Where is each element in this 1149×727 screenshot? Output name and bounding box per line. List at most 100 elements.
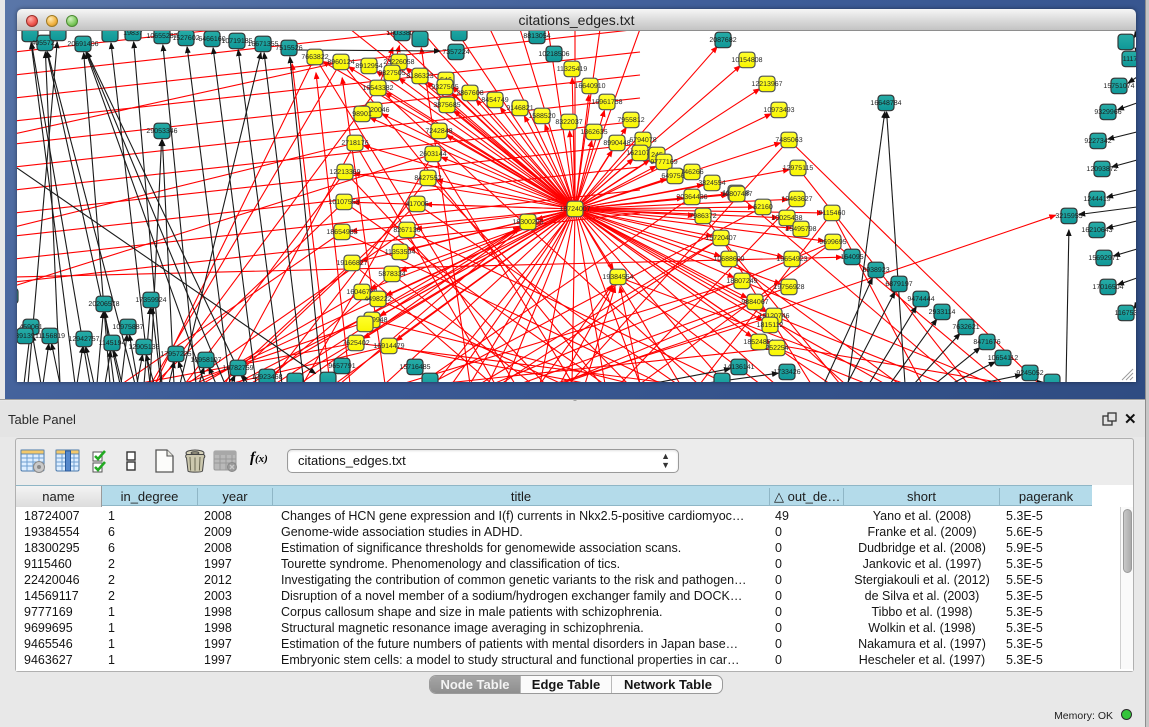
svg-text:7632621: 7632621 bbox=[952, 324, 979, 331]
svg-text:8813054: 8813054 bbox=[523, 33, 550, 40]
svg-text:7663822: 7663822 bbox=[301, 54, 328, 61]
svg-text:2087682: 2087682 bbox=[709, 37, 736, 44]
svg-text:8267130: 8267130 bbox=[393, 227, 420, 234]
svg-text:116753: 116753 bbox=[1115, 310, 1136, 317]
svg-text:6794078: 6794078 bbox=[629, 137, 656, 144]
svg-text:1117: 1117 bbox=[1123, 56, 1136, 63]
svg-text:9115460: 9115460 bbox=[819, 210, 846, 217]
svg-text:8322037: 8322037 bbox=[555, 119, 582, 126]
svg-text:19463627: 19463627 bbox=[781, 196, 812, 203]
svg-text:29053346: 29053346 bbox=[146, 128, 177, 135]
svg-text:20364436: 20364436 bbox=[676, 194, 707, 201]
svg-text:8454749: 8454749 bbox=[481, 97, 508, 104]
svg-text:16543382: 16543382 bbox=[362, 85, 393, 92]
svg-text:16782759: 16782759 bbox=[222, 365, 253, 372]
svg-text:1244419: 1244419 bbox=[1083, 196, 1110, 203]
svg-text:17016504: 17016504 bbox=[1092, 284, 1123, 291]
svg-text:12213369: 12213369 bbox=[329, 169, 360, 176]
svg-text:11156819: 11156819 bbox=[35, 333, 65, 340]
svg-text:10688609: 10688609 bbox=[713, 256, 744, 263]
svg-text:7485063: 7485063 bbox=[775, 137, 802, 144]
svg-text:8471676: 8471676 bbox=[973, 339, 1000, 346]
svg-text:7242848: 7242848 bbox=[425, 128, 452, 135]
svg-text:2933114: 2933114 bbox=[929, 309, 956, 316]
svg-text:1145194: 1145194 bbox=[99, 340, 126, 347]
svg-text:12093872: 12093872 bbox=[1086, 166, 1117, 173]
svg-text:16961758: 16961758 bbox=[591, 99, 622, 106]
svg-text:7357224: 7357224 bbox=[442, 49, 469, 56]
svg-text:3824554: 3824554 bbox=[698, 180, 725, 187]
svg-text:15720407: 15720407 bbox=[705, 235, 736, 242]
svg-text:8990448: 8990448 bbox=[603, 140, 630, 147]
svg-text:10975887: 10975887 bbox=[112, 324, 143, 331]
svg-text:19166827: 19166827 bbox=[336, 260, 367, 267]
svg-text:12942757: 12942757 bbox=[68, 336, 99, 343]
svg-text:12213967: 12213967 bbox=[751, 81, 782, 88]
svg-text:10154808: 10154808 bbox=[731, 57, 762, 64]
svg-text:9657791: 9657791 bbox=[328, 363, 355, 370]
svg-text:39139: 39139 bbox=[17, 333, 35, 340]
svg-text:9146821: 9146821 bbox=[506, 105, 533, 112]
svg-text:8427552: 8427552 bbox=[414, 175, 441, 182]
svg-text:746266: 746266 bbox=[680, 169, 703, 176]
svg-text:7625402: 7625402 bbox=[342, 340, 369, 347]
svg-text:9777169: 9777169 bbox=[650, 159, 677, 166]
svg-text:17957225: 17957225 bbox=[160, 351, 191, 358]
svg-text:1733426: 1733426 bbox=[773, 369, 800, 376]
svg-text:15716485: 15716485 bbox=[399, 364, 430, 371]
svg-text:7955812: 7955812 bbox=[617, 117, 644, 124]
svg-text:6879197: 6879197 bbox=[885, 281, 912, 288]
svg-text:4498222: 4498222 bbox=[364, 296, 391, 303]
svg-text:19756928: 19756928 bbox=[773, 284, 804, 291]
svg-text:9884067: 9884067 bbox=[741, 299, 768, 306]
svg-text:9327505: 9327505 bbox=[431, 84, 458, 91]
svg-text:19654923: 19654923 bbox=[776, 256, 807, 263]
svg-text:98901: 98901 bbox=[352, 111, 372, 118]
svg-text:10973493: 10973493 bbox=[763, 107, 794, 114]
svg-text:2718176: 2718176 bbox=[341, 140, 368, 147]
svg-text:9699695: 9699695 bbox=[819, 239, 846, 246]
svg-text:19384554: 19384554 bbox=[602, 274, 633, 281]
svg-text:1362635: 1362635 bbox=[580, 129, 607, 136]
svg-text:10218506: 10218506 bbox=[538, 51, 569, 58]
svg-text:11353594: 11353594 bbox=[385, 249, 416, 256]
svg-text:18654985: 18654985 bbox=[326, 229, 357, 236]
svg-text:8912954: 8912954 bbox=[355, 63, 382, 70]
svg-text:15692971: 15692971 bbox=[1088, 255, 1119, 262]
svg-text:1588520: 1588520 bbox=[528, 113, 555, 120]
svg-text:17359924: 17359924 bbox=[135, 297, 166, 304]
svg-text:417006: 417006 bbox=[405, 201, 428, 208]
svg-text:2867608: 2867608 bbox=[456, 90, 483, 97]
svg-text:8938923: 8938923 bbox=[862, 267, 889, 274]
svg-text:9245052: 9245052 bbox=[1016, 370, 1043, 377]
svg-text:16671355: 16671355 bbox=[247, 41, 278, 48]
svg-text:8186323: 8186323 bbox=[406, 73, 433, 80]
svg-text:18807249: 18807249 bbox=[726, 278, 757, 285]
svg-text:19837: 19837 bbox=[123, 31, 143, 37]
svg-text:8960124: 8960124 bbox=[327, 59, 354, 66]
svg-text:2603144: 2603144 bbox=[419, 151, 446, 158]
svg-text:164095: 164095 bbox=[840, 254, 863, 261]
svg-text:20691406: 20691406 bbox=[67, 41, 98, 48]
svg-text:1527602: 1527602 bbox=[172, 35, 199, 42]
svg-text:16648784: 16648784 bbox=[870, 100, 901, 107]
svg-text:10807487: 10807487 bbox=[721, 191, 752, 198]
svg-text:3215955: 3215955 bbox=[1055, 213, 1082, 220]
svg-text:15495798: 15495798 bbox=[785, 226, 816, 233]
svg-text:16210643: 16210643 bbox=[1081, 227, 1112, 234]
svg-text:16914479: 16914479 bbox=[373, 343, 404, 350]
svg-text:14136141: 14136141 bbox=[723, 364, 754, 371]
svg-text:11325419: 11325419 bbox=[557, 66, 588, 73]
svg-text:7986372: 7986372 bbox=[689, 213, 716, 220]
svg-text:252254: 252254 bbox=[765, 345, 788, 352]
svg-text:18300295: 18300295 bbox=[512, 219, 543, 226]
svg-text:9329966: 9329966 bbox=[1094, 109, 1121, 116]
svg-text:12923468: 12923468 bbox=[251, 374, 282, 381]
svg-text:16640910: 16640910 bbox=[574, 83, 605, 90]
svg-text:5878334: 5878334 bbox=[378, 271, 405, 278]
svg-text:12975115: 12975115 bbox=[783, 165, 814, 172]
svg-text:10958107: 10958107 bbox=[190, 357, 221, 364]
svg-text:9474444: 9474444 bbox=[907, 296, 934, 303]
svg-text:62160: 62160 bbox=[753, 204, 773, 211]
svg-text:9227342: 9227342 bbox=[1084, 138, 1111, 145]
